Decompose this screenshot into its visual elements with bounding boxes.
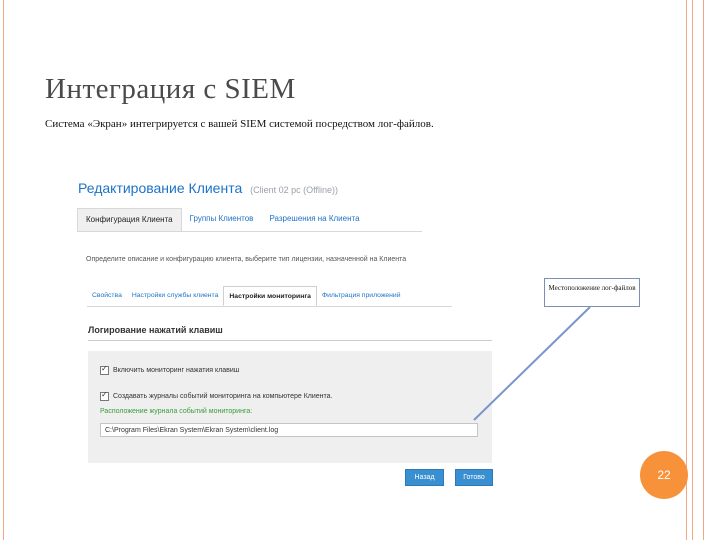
log-location-callout: Местоположение лог-файлов — [544, 278, 640, 307]
callout-arrow-line — [473, 306, 591, 421]
callout-pointer — [473, 306, 591, 421]
page-number-badge: 22 — [640, 451, 688, 499]
